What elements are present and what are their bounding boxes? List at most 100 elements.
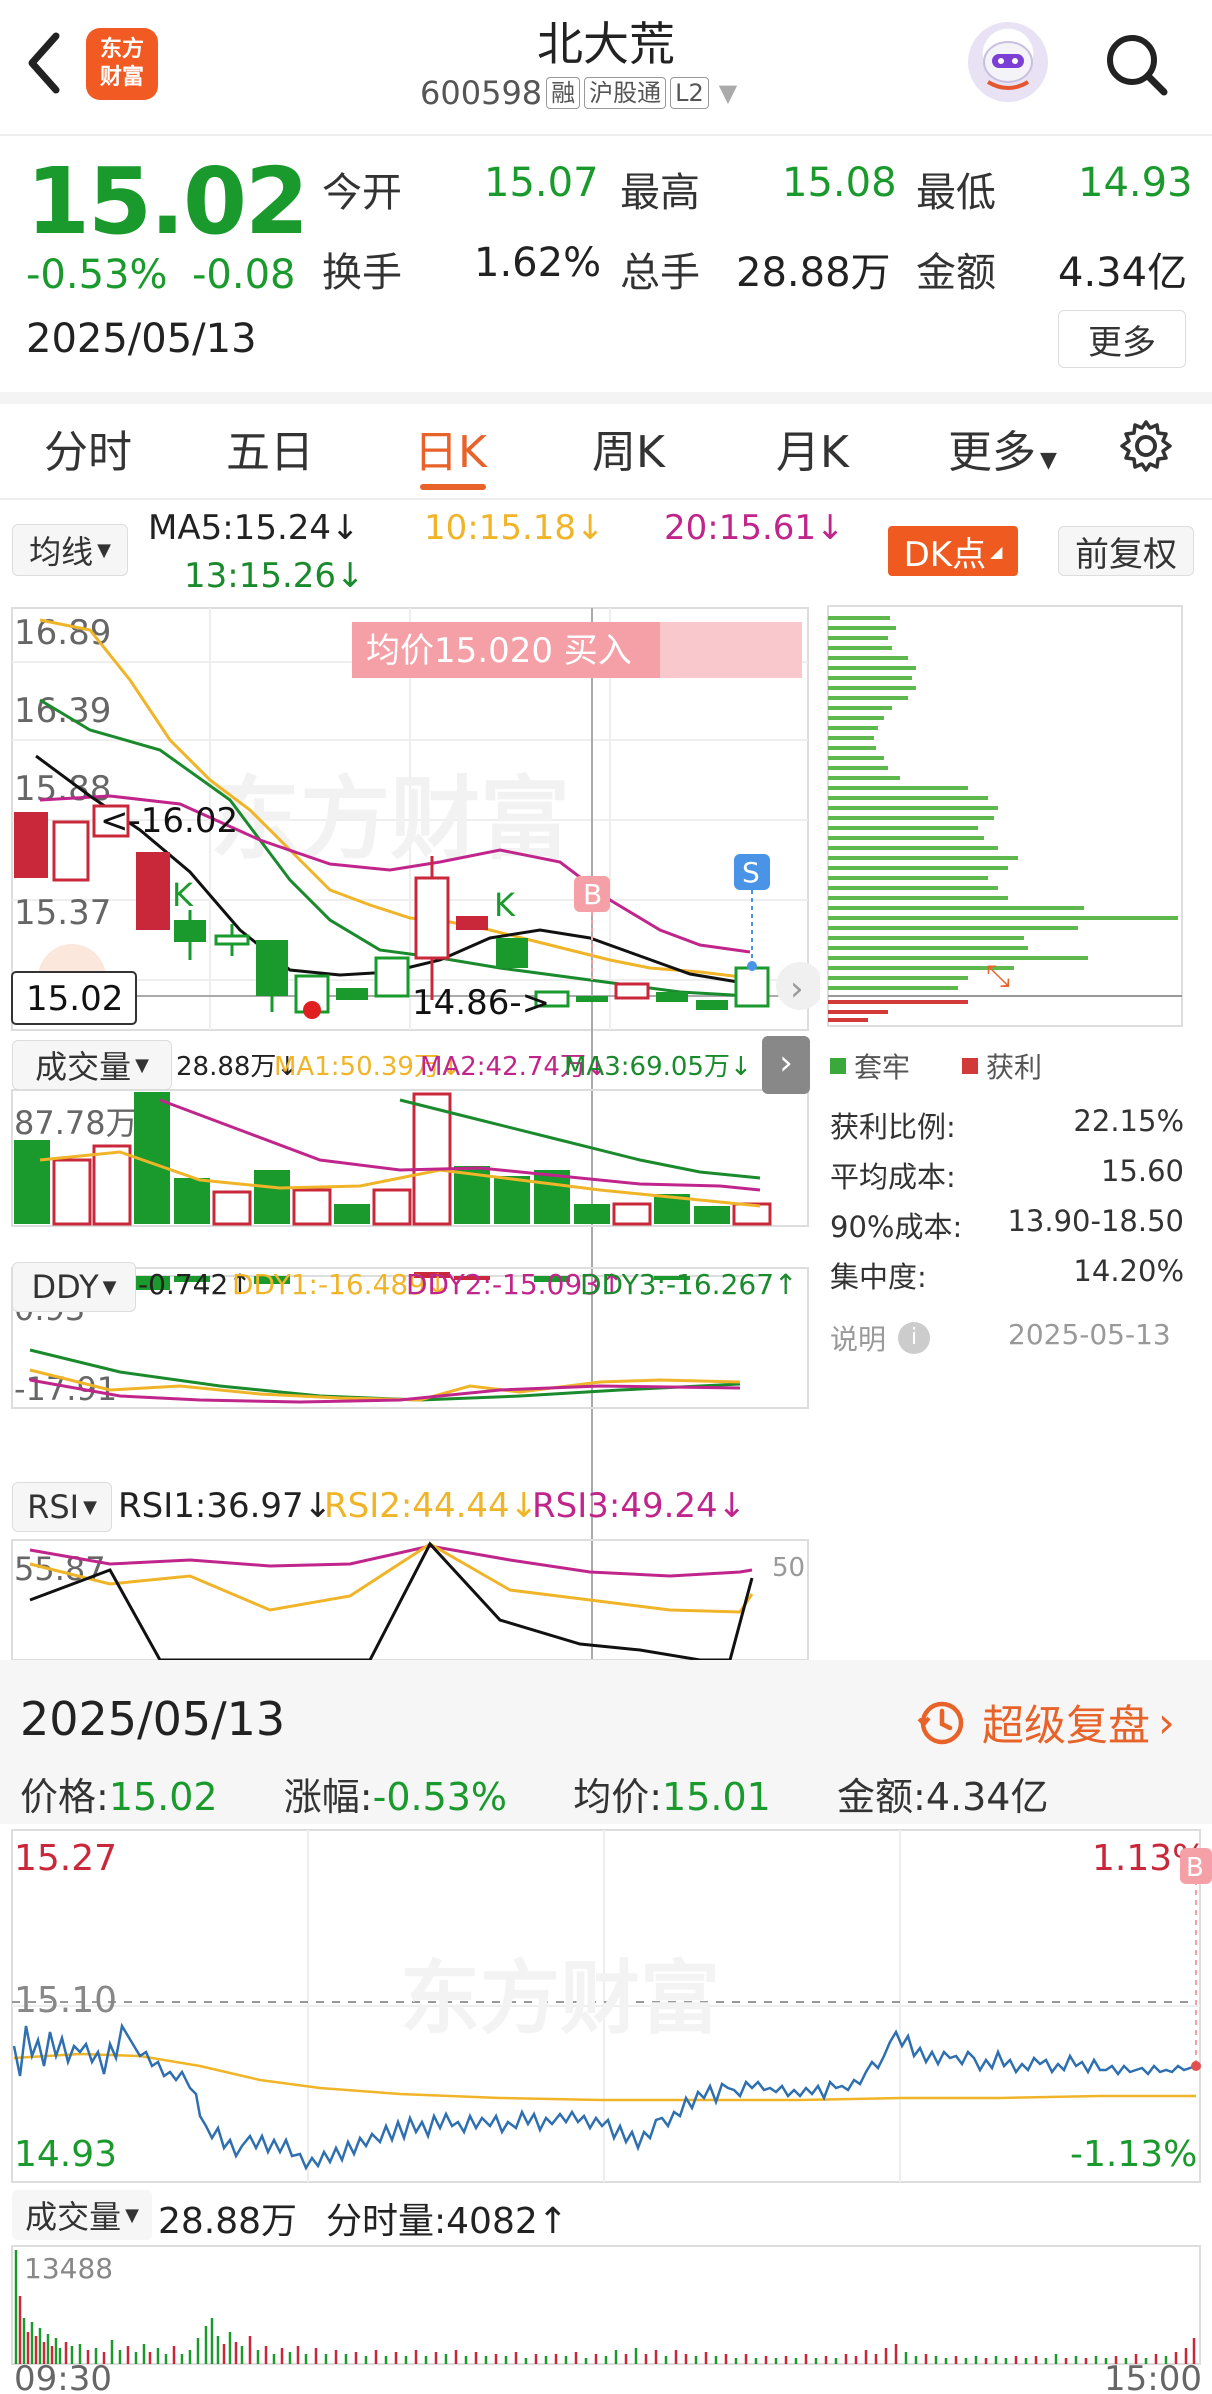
chip-stat-row: 集中度: 14.20%: [830, 1254, 1184, 1304]
tab-intraday[interactable]: 分时: [44, 416, 132, 480]
tab-monthly-k[interactable]: 月K: [776, 416, 849, 480]
intraday-volume-selector[interactable]: 成交量 ▼: [12, 2190, 152, 2240]
chevron-right-icon: ›: [790, 969, 804, 1009]
watermark: 东方财富: [400, 1952, 720, 2045]
chip-bars-trapped: [828, 616, 1178, 990]
intraday-date: 2025/05/13: [20, 1692, 286, 1746]
current-price-tag-text: 15.02: [26, 979, 123, 1019]
candle: [136, 852, 170, 930]
gear-icon: [1120, 420, 1172, 472]
intraday-volume-total: 28.88万: [158, 2201, 298, 2242]
y-low: 14.93: [14, 2134, 117, 2175]
history-clock-icon: [917, 1701, 964, 1744]
ma5-value: MA5:15.24↓: [148, 508, 360, 548]
rsi-selector-label: RSI: [27, 1488, 80, 1526]
profit-ratio-value: 22.15%: [1073, 1104, 1184, 1138]
candle: [52, 820, 90, 882]
y-label-16-89: 16.89: [14, 613, 111, 653]
ma13-value: 13:15.26↓: [184, 556, 365, 596]
intraday-chart[interactable]: 东方财富 15.27 15.10 14.93 1.13% -1.13% B 13…: [0, 1826, 1212, 2394]
change-percent: -0.53%: [26, 252, 168, 298]
avg-value: 15.01: [662, 1775, 771, 1819]
intraday-stats: 价格:15.02 涨幅:-0.53% 均价:15.01 金额:4.34亿: [20, 1766, 1048, 1821]
avg-price-banner-text: 均价15.020 买入: [366, 631, 632, 671]
dk-point-button[interactable]: DK点 ◢: [888, 526, 1018, 576]
tab-more[interactable]: 更多 ▼: [948, 416, 1057, 480]
low-marker: 14.86->: [412, 983, 550, 1023]
avg-cost-value: 15.60: [1100, 1154, 1184, 1188]
divider: [0, 134, 1212, 136]
caret-down-icon: ▼: [718, 79, 738, 107]
price-label: 价格:: [20, 1775, 109, 1819]
rsi2-value: RSI2:44.44↓: [324, 1486, 539, 1526]
volume-value: 28.88万: [736, 250, 891, 296]
tag-connect: 沪股通: [584, 77, 667, 109]
more-quote-button[interactable]: 更多: [1058, 310, 1186, 368]
legend-profit-label: 获利: [986, 1051, 1043, 1084]
chip-distribution-chart[interactable]: ⤡: [826, 604, 1186, 1028]
ddy3-value: DDY3:-16.267↑: [580, 1268, 798, 1301]
volume-label: 总手: [620, 250, 700, 296]
rsi-selector[interactable]: RSI ▼: [12, 1482, 112, 1532]
active-tab-indicator: [420, 484, 486, 490]
time-start: 09:30: [14, 2359, 112, 2394]
chip-note[interactable]: 说明 i: [830, 1318, 931, 1358]
info-icon: i: [898, 1322, 931, 1354]
chevron-right-icon: ›: [1158, 1698, 1175, 1747]
rsi3-value: RSI3:49.24↓: [532, 1486, 747, 1526]
intraday-volume-now-value: 4082↑: [446, 2201, 568, 2242]
ma-selector-label: 均线: [29, 533, 94, 571]
ma10-value: 10:15.18↓: [424, 508, 605, 548]
chip-bars-profit: [828, 1000, 968, 1022]
tab-weekly-k[interactable]: 周K: [592, 416, 665, 480]
chip-note-date: 2025-05-13: [1008, 1318, 1171, 1351]
expand-arrows-icon[interactable]: ⤡: [986, 959, 1010, 994]
sell-marker-label: S: [742, 856, 760, 889]
cost-90-value: 13.90-18.50: [1007, 1204, 1184, 1238]
candle: [374, 956, 410, 998]
candle: [614, 982, 650, 1000]
tab-daily-k[interactable]: 日K: [414, 416, 487, 480]
vol-max: 13488: [24, 2252, 113, 2285]
rsi-y-right: 50: [772, 1553, 805, 1583]
volume-y-label: 87.78万: [14, 1104, 138, 1142]
chip-note-label: 说明: [830, 1323, 887, 1356]
legend-trapped: 套牢: [830, 1046, 910, 1086]
intraday-volume-bars: [14, 2250, 1196, 2364]
candle: [734, 966, 770, 1008]
settings-button[interactable]: [1118, 418, 1174, 474]
change-label: 涨幅:: [283, 1775, 373, 1819]
avg-cost-label: 平均成本:: [830, 1160, 956, 1194]
adjust-button[interactable]: 前复权: [1058, 526, 1194, 576]
intraday-volume-now-label: 分时量:: [326, 2201, 447, 2242]
tab-five-day[interactable]: 五日: [226, 416, 314, 480]
caret-down-icon: ▼: [135, 1054, 149, 1076]
volume-selector-label: 成交量: [35, 1048, 132, 1086]
stock-code-row[interactable]: 600598 融 沪股通 L2 ▼: [420, 74, 737, 112]
super-replay-button[interactable]: 超级复盘 ›: [916, 1692, 1175, 1753]
ddy-selector[interactable]: DDY ▼: [12, 1262, 136, 1312]
robot-avatar-icon[interactable]: [968, 22, 1048, 102]
intraday-volume-now: 分时量:4082↑: [326, 2192, 568, 2244]
concentration-value: 14.20%: [1073, 1254, 1184, 1288]
intraday-volume-selector-label: 成交量: [25, 2198, 122, 2236]
chip-stat-row: 90%成本: 13.90-18.50: [830, 1204, 1184, 1254]
y-label-16-39: 16.39: [14, 691, 111, 731]
volume-selector[interactable]: 成交量 ▼: [12, 1040, 172, 1090]
ma20-value: 20:15.61↓: [664, 508, 845, 548]
low-label: 最低: [916, 170, 996, 216]
tag-l2: L2: [670, 77, 709, 109]
pct-low: -1.13%: [1070, 2134, 1197, 2175]
chip-stat-row: 获利比例: 22.15%: [830, 1104, 1184, 1154]
search-button[interactable]: [1100, 28, 1172, 100]
ma-selector[interactable]: 均线 ▼: [12, 524, 128, 576]
legend-swatch-red: [962, 1058, 978, 1074]
search-icon: [1107, 35, 1168, 96]
tab-more-label: 更多: [948, 427, 1036, 478]
expand-panel-button[interactable]: ›: [762, 1036, 810, 1094]
chip-stats: 获利比例: 22.15% 平均成本: 15.60 90%成本: 13.90-18.50…: [830, 1104, 1184, 1304]
header-bar: 东方 财富 北大荒 600598 融 沪股通 L2 ▼: [0, 0, 1212, 130]
divider: [0, 392, 1212, 404]
time-end: 15:00: [1104, 2359, 1202, 2394]
open-value: 15.07: [484, 160, 599, 206]
